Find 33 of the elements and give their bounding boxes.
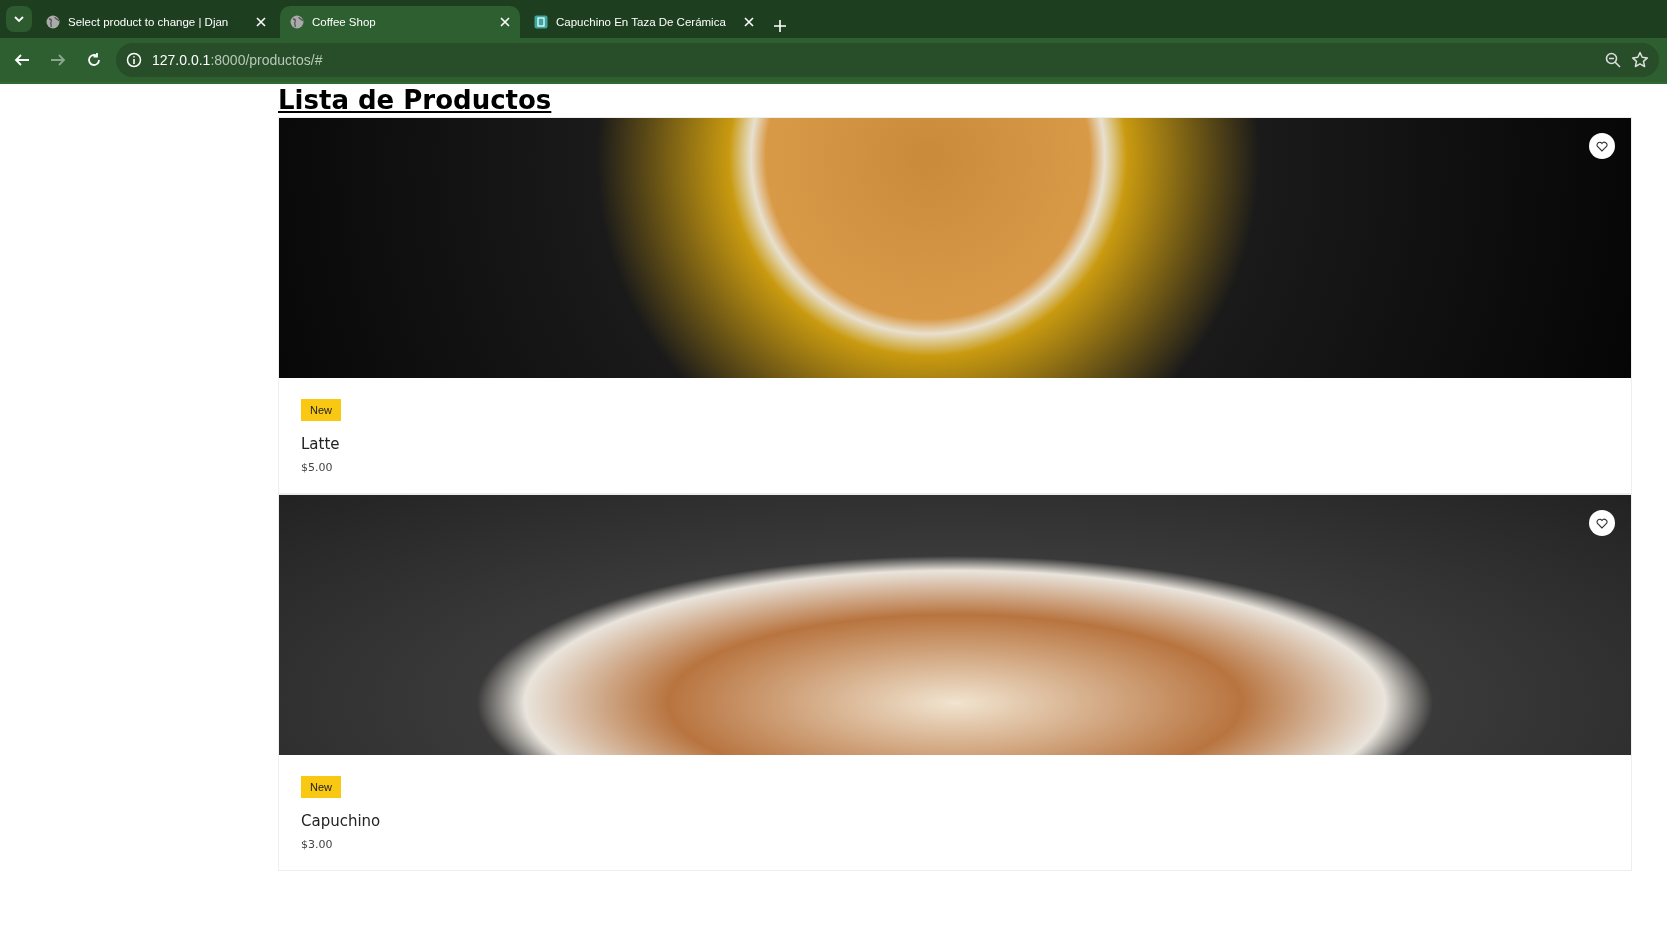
- page-heading: Lista de Productos: [278, 84, 553, 117]
- heart-icon: [1596, 140, 1608, 152]
- close-icon[interactable]: [256, 17, 266, 27]
- globe-icon: [46, 15, 60, 29]
- browser-tab[interactable]: Capuchino En Taza De Cerámica: [524, 6, 764, 38]
- arrow-right-icon: [50, 52, 66, 68]
- browser-tab[interactable]: Select product to change | Djan: [36, 6, 276, 38]
- arrow-left-icon: [14, 52, 30, 68]
- product-name: Latte: [301, 435, 340, 453]
- product-price: $3.00: [301, 838, 333, 851]
- zoom-out-icon[interactable]: [1605, 52, 1621, 68]
- tab-title: Coffee Shop: [312, 16, 377, 28]
- new-badge: New: [301, 776, 341, 798]
- heart-icon: [1596, 517, 1608, 529]
- new-badge: New: [301, 399, 341, 421]
- url-host: 127.0.0.1: [152, 52, 211, 68]
- star-icon[interactable]: [1631, 51, 1649, 69]
- browser-tab[interactable]: Coffee Shop: [280, 6, 520, 38]
- tab-title: Select product to change | Djan: [68, 16, 230, 28]
- close-icon[interactable]: [744, 17, 754, 27]
- tab-list-button[interactable]: [6, 6, 32, 32]
- chevron-down-icon: [14, 16, 24, 22]
- info-icon: [126, 52, 142, 68]
- address-bar[interactable]: 127.0.0.1:8000/productos/#: [116, 43, 1659, 77]
- close-icon[interactable]: [500, 17, 510, 27]
- url-path: :8000/productos/#: [210, 52, 323, 68]
- globe-icon: [290, 15, 304, 29]
- page-icon: [534, 15, 548, 29]
- plus-icon: [774, 20, 786, 32]
- product-price: $5.00: [301, 461, 333, 474]
- tab-title: Capuchino En Taza De Cerámica: [556, 16, 727, 28]
- reload-icon: [86, 52, 102, 68]
- product-name: Capuchino: [301, 812, 381, 830]
